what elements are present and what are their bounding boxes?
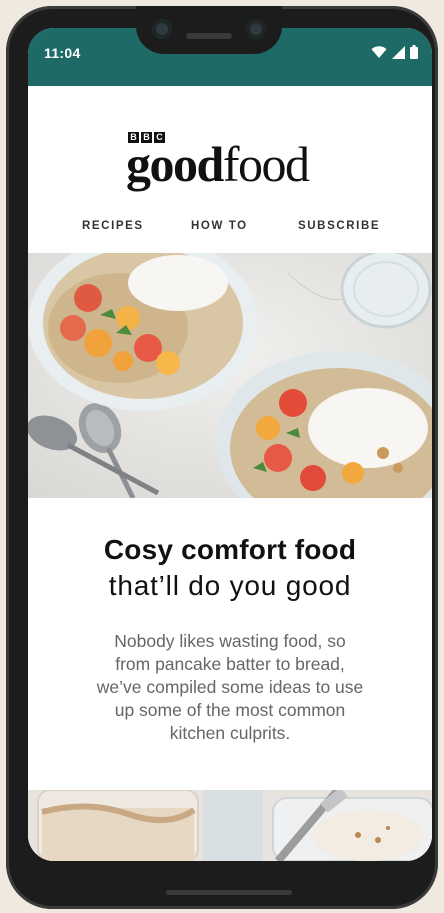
jars-dessert-illustration — [28, 790, 432, 861]
porridge-bowls-illustration — [28, 253, 432, 498]
earpiece-speaker — [186, 33, 232, 39]
front-camera — [152, 19, 172, 39]
goodfood-wordmark: goodfood — [126, 136, 310, 192]
article-headline: Cosy comfort food — [103, 534, 357, 565]
wordmark-food: food — [222, 136, 310, 192]
screen: 11:04 B B C goodfood RECIPES HOW TO SUBS… — [28, 28, 432, 861]
home-indicator[interactable] — [166, 890, 292, 895]
article-body: Nobody likes wasting food, so from panca… — [70, 630, 390, 745]
wordmark-good: good — [126, 136, 224, 192]
nav-subscribe[interactable]: SUBSCRIBE — [298, 220, 380, 232]
body-line: up some of the most common — [114, 700, 346, 720]
nav-recipes[interactable]: RECIPES — [82, 220, 144, 232]
bottom-image[interactable] — [28, 790, 432, 861]
body-line: kitchen culprits. — [169, 723, 291, 743]
signal-icon — [392, 45, 405, 59]
phone-frame: 11:04 B B C goodfood RECIPES HOW TO SUBS… — [6, 6, 438, 909]
front-sensor — [246, 19, 266, 39]
article-subhead: that’ll do you good — [108, 570, 352, 601]
nav-how-to[interactable]: HOW TO — [191, 220, 248, 232]
system-icons — [371, 45, 418, 59]
body-line: we’ve compiled some ideas to use — [96, 677, 364, 697]
hero-image[interactable] — [28, 253, 432, 498]
main-nav: RECIPES HOW TO SUBSCRIBE — [28, 220, 432, 240]
body-line: Nobody likes wasting food, so — [114, 631, 346, 651]
status-time: 11:04 — [44, 45, 81, 61]
body-line: from pancake batter to bread, — [115, 654, 345, 674]
bbc-goodfood-logo[interactable]: B B C goodfood — [28, 132, 432, 212]
wifi-icon — [371, 45, 387, 59]
battery-icon — [410, 45, 418, 59]
camera-notch — [136, 6, 282, 54]
